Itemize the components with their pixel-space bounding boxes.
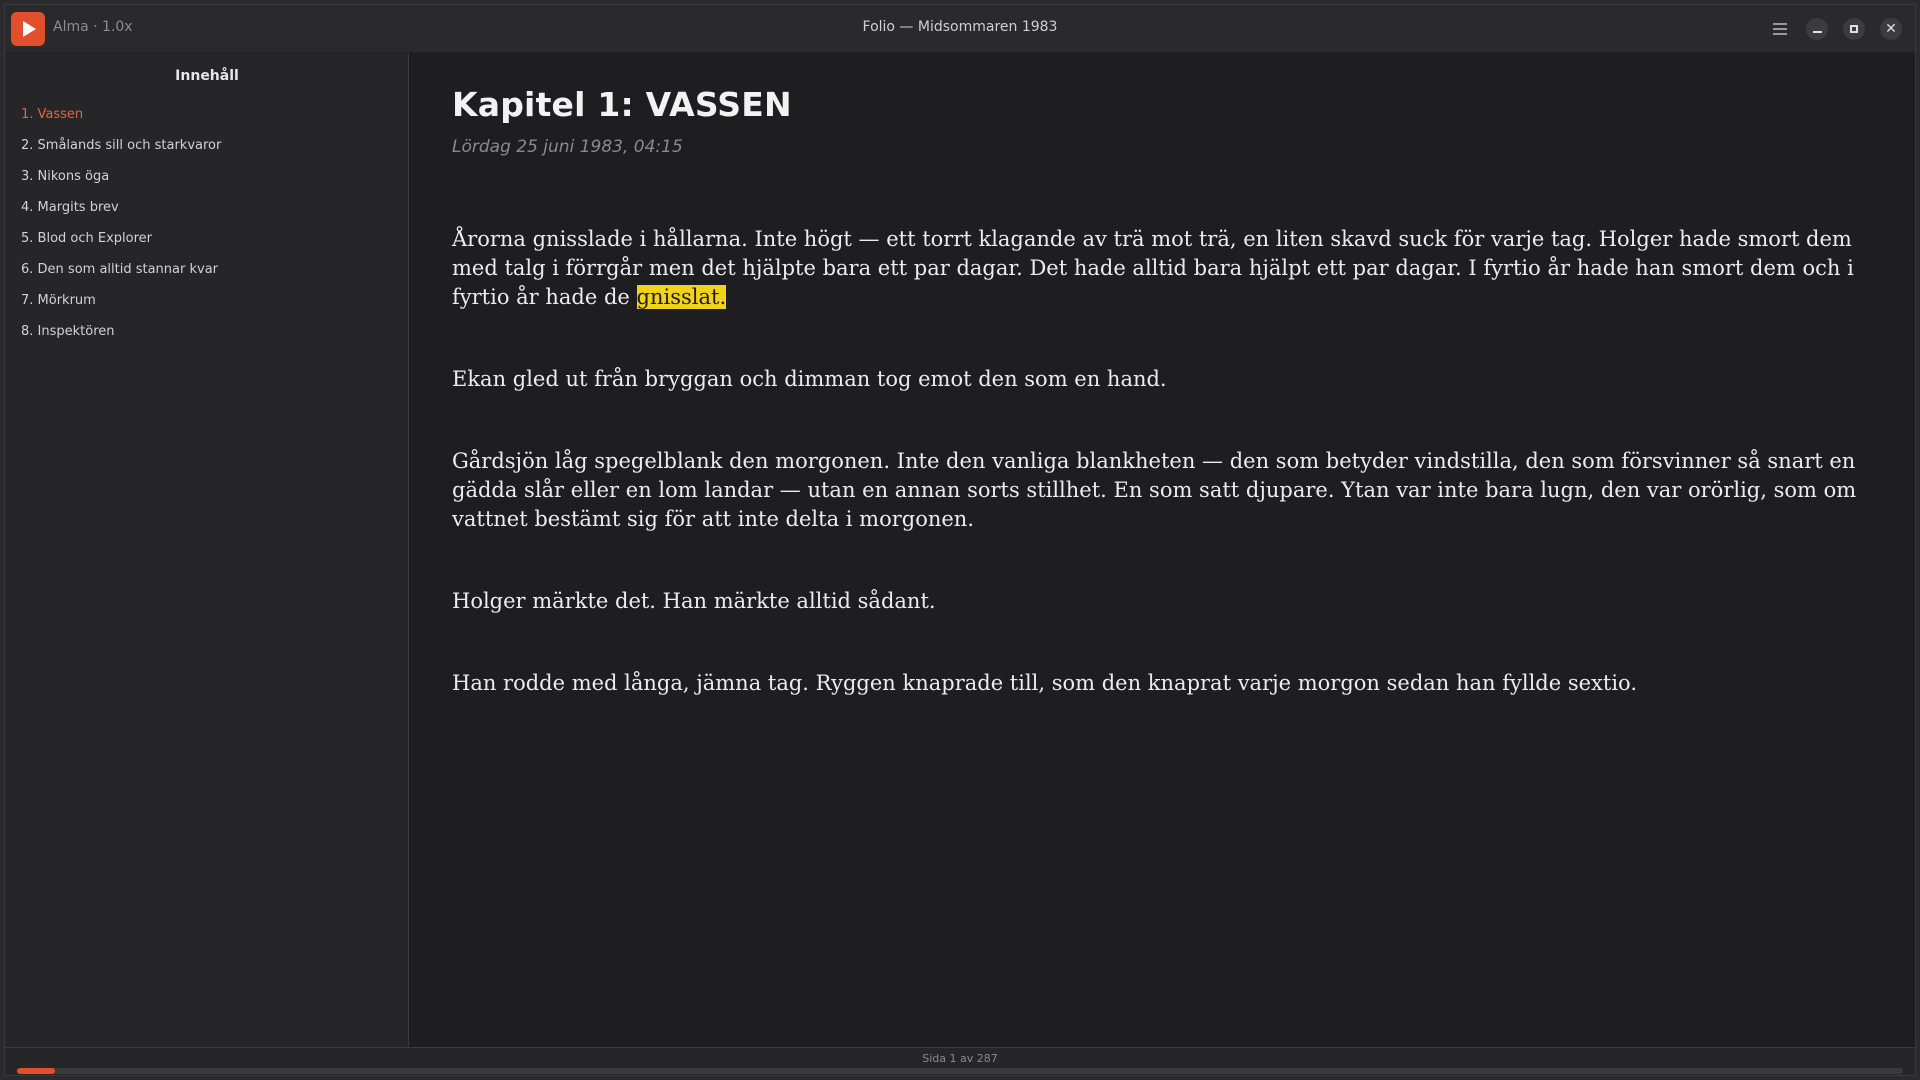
paragraph: Gårdsjön låg spegelblank den morgonen. I… <box>452 447 1872 534</box>
titlebar: Alma · 1.0x Folio — Midsommaren 1983 ✕ <box>5 5 1915 53</box>
progress-fill <box>17 1068 55 1074</box>
menu-icon[interactable] <box>1769 18 1791 40</box>
close-icon[interactable]: ✕ <box>1880 18 1902 40</box>
paragraph-text: Holger märkte det. Han märkte alltid såd… <box>452 589 936 613</box>
chapter-date: Lördag 25 juni 1983, 04:15 <box>452 137 683 157</box>
window-title: Folio — Midsommaren 1983 <box>862 19 1058 35</box>
page-indicator: Sida 1 av 287 <box>922 1052 998 1065</box>
progress-bar[interactable] <box>17 1068 1903 1074</box>
toc-item[interactable]: 1. Vassen <box>21 99 221 130</box>
paragraph: Årorna gnisslade i hållarna. Inte högt —… <box>452 225 1872 312</box>
paragraph: Ekan gled ut från bryggan och dimman tog… <box>452 365 1872 394</box>
toc-item[interactable]: 5. Blod och Explorer <box>21 223 221 254</box>
toc-item[interactable]: 2. Smålands sill och starkvaror <box>21 130 221 161</box>
status-bar: Sida 1 av 287 <box>5 1047 1915 1075</box>
table-of-contents: Innehåll 1. Vassen 2. Smålands sill och s… <box>5 53 409 1047</box>
reading-pane: Kapitel 1: VASSEN Lördag 25 juni 1983, 0… <box>409 53 1915 1047</box>
paragraph: Han rodde med långa, jämna tag. Ryggen k… <box>452 669 1872 698</box>
paragraph-text: Han rodde med långa, jämna tag. Ryggen k… <box>452 671 1637 695</box>
toc-item[interactable]: 8. Inspektören <box>21 316 221 347</box>
toc-item[interactable]: 6. Den som alltid stannar kvar <box>21 254 221 285</box>
paragraph-text: Gårdsjön låg spegelblank den morgonen. I… <box>452 449 1857 531</box>
reader-window: Alma · 1.0x Folio — Midsommaren 1983 ✕ I… <box>4 4 1916 1076</box>
toc-list: 1. Vassen 2. Smålands sill och starkvaror… <box>21 99 221 347</box>
chapter-body: Årorna gnisslade i hållarna. Inte högt —… <box>452 225 1872 751</box>
toc-title: Innehåll <box>175 68 239 84</box>
toc-item[interactable]: 3. Nikons öga <box>21 161 221 192</box>
toc-item[interactable]: 4. Margits brev <box>21 192 221 223</box>
chapter-title: Kapitel 1: VASSEN <box>452 85 792 124</box>
highlighted-word[interactable]: gnisslat. <box>636 285 727 309</box>
paragraph-text: Ekan gled ut från bryggan och dimman tog… <box>452 367 1167 391</box>
toc-item[interactable]: 7. Mörkrum <box>21 285 221 316</box>
maximize-icon[interactable] <box>1843 18 1865 40</box>
paragraph: Holger märkte det. Han märkte alltid såd… <box>452 587 1872 616</box>
minimize-icon[interactable] <box>1806 18 1828 40</box>
